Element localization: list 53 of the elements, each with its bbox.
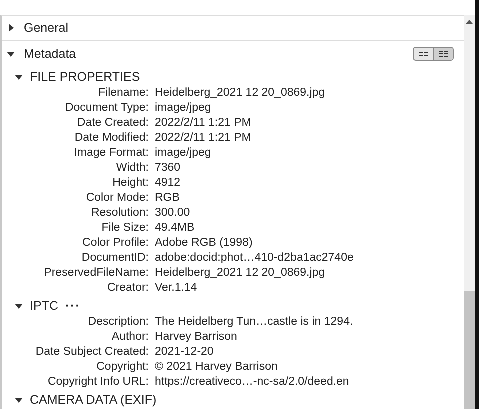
field-value: Ver.1.14 (155, 281, 198, 296)
field-label: Filename: (98, 86, 149, 101)
field-value: https://creativeco…-nc-sa/2.0/deed.en (155, 375, 350, 390)
section-title[interactable]: General (24, 20, 68, 35)
field-label: Copyright: (96, 360, 149, 375)
field-label: Copyright Info URL: (47, 375, 149, 390)
field-label: Description: (87, 315, 149, 330)
field-value: RGB (155, 191, 181, 206)
field-label: Width: (115, 161, 149, 176)
expand-icon[interactable] (7, 24, 15, 32)
field-value: image/jpeg (155, 146, 212, 161)
field-value: 2021-12-20 (155, 345, 215, 360)
field-label: Creator: (106, 281, 149, 296)
field-value: adobe:docid:phot…410-d2ba1ac2740e (155, 251, 355, 266)
section-title[interactable]: Metadata (24, 46, 76, 61)
field-label: DocumentID: (80, 251, 149, 266)
field-value: 49.4MB (155, 221, 196, 236)
list-view-icon[interactable] (433, 48, 453, 60)
collapse-icon[interactable] (15, 302, 23, 310)
field-label: PreservedFileName: (43, 266, 149, 281)
field-label: Height: (112, 176, 149, 191)
field-label: Date Created: (76, 116, 149, 131)
field-value: 2022/2/11 1:21 PM (155, 116, 252, 131)
field-value: Adobe RGB (1998) (155, 236, 254, 251)
field-label: Resolution: (90, 206, 149, 221)
collapse-icon[interactable] (15, 396, 23, 404)
field-label: Date Modified: (74, 131, 149, 146)
field-value: Heidelberg_2021 12 20_0869.jpg (155, 266, 326, 281)
field-value: Heidelberg_2021 12 20_0869.jpg (155, 86, 326, 101)
collapse-icon[interactable] (7, 50, 15, 58)
field-label: Color Profile: (82, 236, 149, 251)
field-label: Date Subject Created: (34, 345, 149, 360)
field-label: Document Type: (64, 101, 149, 116)
group-title: CAMERA DATA (EXIF) (30, 392, 157, 406)
collapse-icon[interactable] (15, 72, 23, 80)
group-title: IPTC (30, 298, 58, 312)
scroll-thumb[interactable] (464, 291, 475, 409)
field-label: Color Mode: (85, 191, 149, 206)
group-title: FILE PROPERTIES (30, 70, 140, 84)
field-value: © 2021 Harvey Barrison (155, 360, 279, 375)
field-value: The Heidelberg Tun…castle is in 1294. (155, 315, 354, 330)
field-value: 4912 (155, 176, 182, 191)
field-label: File Size: (100, 221, 149, 236)
field-value: image/jpeg (155, 101, 212, 116)
field-value: 300.00 (155, 206, 192, 221)
field-value: 7360 (155, 161, 182, 176)
more-icon[interactable]: ··· (65, 298, 81, 312)
field-value: 2022/2/11 1:21 PM (155, 131, 252, 146)
field-value: Harvey Barrison (155, 330, 238, 345)
field-label: Author: (110, 330, 149, 345)
scroll-up-icon[interactable] (466, 20, 473, 24)
field-label: Image Format: (73, 146, 149, 161)
scrollbar[interactable] (464, 15, 475, 409)
